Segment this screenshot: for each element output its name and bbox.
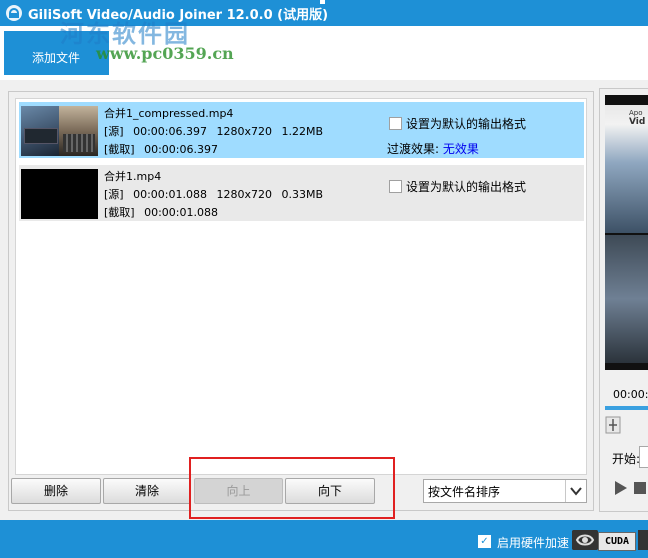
preview-overlay-line2: Vid xyxy=(629,117,646,127)
transition-info: 过渡效果: 无效果 xyxy=(387,140,479,157)
app-icon xyxy=(6,5,22,21)
hw-accel-label: 启用硬件加速 xyxy=(497,536,570,550)
default-format-checkbox[interactable] xyxy=(389,180,402,193)
clip-duration: 00:00:06.397 xyxy=(144,143,218,156)
watermark-url: www.pc0359.cn xyxy=(96,44,234,63)
list-item[interactable]: 合并1_compressed.mp4 [源] 00:00:06.397 1280… xyxy=(19,102,584,158)
file-name: 合并1_compressed.mp4 xyxy=(104,107,234,120)
video-preview: Apo Vid xyxy=(605,95,648,370)
chevron-down-icon xyxy=(565,480,582,502)
source-tag: [源] xyxy=(104,188,124,201)
source-tag: [源] xyxy=(104,125,124,138)
second-gpu-logo-icon xyxy=(638,530,648,550)
file-list[interactable]: 合并1_compressed.mp4 [源] 00:00:06.397 1280… xyxy=(15,98,587,475)
clip-info: [截取] 00:00:01.088 xyxy=(104,204,218,220)
delete-button[interactable]: 删除 xyxy=(11,478,101,504)
resolution: 1280x720 xyxy=(216,188,273,201)
scissors-icon[interactable] xyxy=(605,416,621,434)
source-info: [源] 00:00:01.088 1280x720 0.33MB xyxy=(104,186,323,202)
list-item[interactable]: 合并1.mp4 [源] 00:00:01.088 1280x720 0.33MB… xyxy=(19,165,584,221)
start-time-input[interactable] xyxy=(639,446,648,468)
file-name: 合并1.mp4 xyxy=(104,170,162,183)
preview-overlay-line1: Apo xyxy=(629,109,643,117)
clip-duration: 00:00:01.088 xyxy=(144,206,218,219)
clip-tag: [截取] xyxy=(104,206,135,219)
source-duration: 00:00:01.088 xyxy=(133,188,207,201)
clear-button[interactable]: 清除 xyxy=(103,478,191,504)
play-icon[interactable] xyxy=(615,481,627,495)
clip-tag: [截取] xyxy=(104,143,135,156)
transition-link[interactable]: 无效果 xyxy=(443,142,479,156)
add-file-label: 添加文件 xyxy=(32,51,81,65)
title-notch xyxy=(320,0,325,4)
source-info: [源] 00:00:06.397 1280x720 1.22MB xyxy=(104,123,323,139)
default-format-label: 设置为默认的输出格式 xyxy=(406,117,527,131)
hw-accel-checkbox[interactable]: ✓ xyxy=(478,535,491,548)
file-size: 1.22MB xyxy=(281,125,324,138)
video-thumbnail xyxy=(21,106,98,156)
file-size: 0.33MB xyxy=(281,188,324,201)
nvidia-logo-icon xyxy=(572,530,598,550)
cuda-badge: CUDA xyxy=(598,532,636,551)
stop-icon[interactable] xyxy=(634,482,646,494)
timeline-bar[interactable] xyxy=(605,406,648,410)
clip-info: [截取] 00:00:06.397 xyxy=(104,141,218,157)
default-format-checkbox[interactable] xyxy=(389,117,402,130)
transition-label: 过渡效果: xyxy=(387,142,440,156)
video-thumbnail xyxy=(21,169,98,219)
highlight-box xyxy=(189,457,395,519)
default-format-label: 设置为默认的输出格式 xyxy=(406,180,527,194)
resolution: 1280x720 xyxy=(216,125,273,138)
sort-dropdown-value: 按文件名排序 xyxy=(428,485,501,499)
sort-dropdown[interactable]: 按文件名排序 xyxy=(423,479,587,503)
preview-time: 00:00: xyxy=(613,388,648,401)
start-label: 开始: xyxy=(612,452,641,466)
source-duration: 00:00:06.397 xyxy=(133,125,207,138)
